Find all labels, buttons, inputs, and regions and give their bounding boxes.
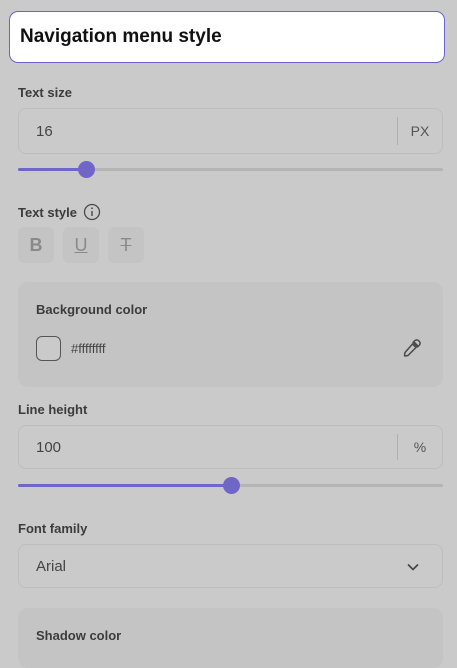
line-height-unit: % xyxy=(397,434,442,460)
text-size-input[interactable]: 16 PX xyxy=(18,108,443,154)
strikethrough-icon: T xyxy=(120,234,132,255)
font-family-select[interactable]: Arial xyxy=(18,544,443,588)
strikethrough-button[interactable]: T xyxy=(108,227,144,263)
font-family-value: Arial xyxy=(36,557,67,575)
eyedropper-icon[interactable] xyxy=(401,337,423,359)
text-size-label: Text size xyxy=(18,85,72,100)
underline-icon: U xyxy=(74,234,88,255)
background-color-label: Background color xyxy=(36,302,148,317)
font-family-label: Font family xyxy=(18,521,88,536)
text-size-unit: PX xyxy=(397,117,442,145)
background-color-swatch[interactable] xyxy=(36,336,61,361)
bold-icon: B xyxy=(29,234,43,255)
line-height-label: Line height xyxy=(18,402,88,417)
underline-button[interactable]: U xyxy=(63,227,99,263)
text-size-value: 16 xyxy=(36,122,53,140)
line-height-input[interactable]: 100 % xyxy=(18,425,443,469)
chevron-down-icon xyxy=(407,563,419,571)
background-color-panel: Background color #ffffffff xyxy=(18,282,443,387)
text-size-slider-fill xyxy=(18,168,86,171)
line-height-value: 100 xyxy=(36,438,62,456)
info-icon[interactable] xyxy=(83,203,101,221)
line-height-slider[interactable] xyxy=(18,477,443,494)
panel-title-header: Navigation menu style xyxy=(9,11,445,63)
panel-title: Navigation menu style xyxy=(20,26,222,47)
background-color-value[interactable]: #ffffffff xyxy=(71,341,105,356)
line-height-slider-thumb[interactable] xyxy=(222,477,240,494)
bold-button[interactable]: B xyxy=(18,227,54,263)
text-style-label: Text style xyxy=(18,205,78,220)
shadow-color-panel: Shadow color xyxy=(18,608,443,668)
text-size-slider-thumb[interactable] xyxy=(78,161,95,178)
line-height-slider-fill xyxy=(18,484,231,487)
text-size-slider[interactable] xyxy=(18,161,443,178)
shadow-color-label: Shadow color xyxy=(36,628,122,643)
